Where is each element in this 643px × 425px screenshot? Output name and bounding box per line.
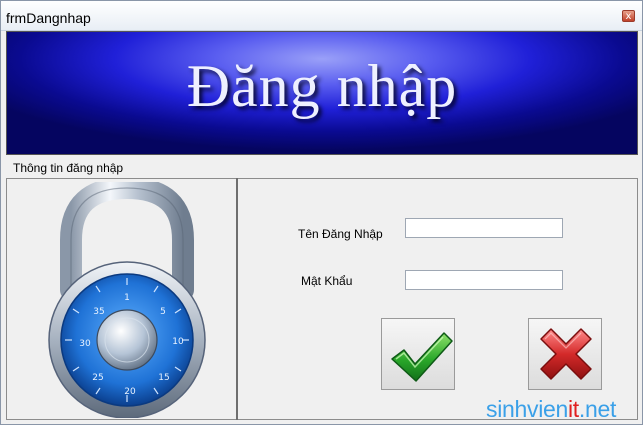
svg-text:25: 25 (92, 373, 103, 383)
svg-text:35: 35 (93, 307, 104, 317)
cancel-button[interactable] (528, 318, 602, 390)
close-button[interactable]: x (622, 10, 635, 22)
cross-icon (540, 328, 592, 380)
svg-text:20: 20 (124, 387, 136, 397)
window-title: frmDangnhap (6, 10, 91, 26)
password-label: Mật Khẩu (301, 274, 353, 288)
svg-text:1: 1 (124, 293, 130, 303)
svg-text:10: 10 (172, 337, 184, 347)
svg-text:30: 30 (79, 339, 91, 349)
username-label: Tên Đăng Nhập (298, 227, 383, 241)
watermark-part-2: it (568, 396, 579, 422)
login-window: frmDangnhap x Đăng nhập Thông tin đăng n… (0, 0, 643, 425)
banner-title: Đăng nhập (186, 53, 458, 119)
watermark: sinhvienit.net (486, 396, 616, 423)
watermark-part-3: .net (578, 396, 617, 422)
svg-text:15: 15 (158, 373, 169, 383)
login-banner: Đăng nhập (6, 31, 638, 155)
group-label: Thông tin đăng nhập (13, 161, 124, 175)
password-input[interactable] (405, 270, 563, 290)
check-icon (391, 332, 453, 382)
padlock-icon: 1 5 10 15 20 25 30 35 (48, 182, 206, 418)
close-icon: x (625, 11, 632, 22)
panel-divider (236, 178, 238, 420)
watermark-part-1: sinhvien (486, 396, 568, 422)
login-button[interactable] (381, 318, 455, 390)
username-input[interactable] (405, 218, 563, 238)
title-bar[interactable]: frmDangnhap x (1, 1, 642, 31)
svg-text:5: 5 (160, 307, 166, 317)
